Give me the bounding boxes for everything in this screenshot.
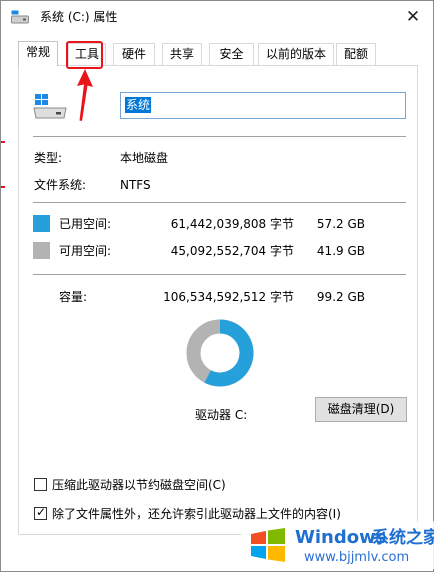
drive-name-input[interactable]: 系统 [120, 92, 406, 119]
drive-name-value: 系统 [125, 97, 152, 113]
type-value: 本地磁盘 [120, 151, 169, 165]
drive-icon [11, 10, 29, 24]
filesystem-value: NTFS [120, 178, 151, 192]
windows-drive-icon [33, 94, 67, 119]
capacity-size: 99.2 GB [316, 290, 365, 304]
tab-previous-versions[interactable]: 以前的版本 [258, 43, 334, 65]
checkmark-icon: ✓ [36, 505, 47, 519]
compress-option-label[interactable]: 压缩此驱动器以节约磁盘空间(C) [52, 478, 226, 492]
properties-window: 系统 (C:) 属性 ✕ 常规 工具 硬件 共享 安全 以前的版本 配额 系统 … [0, 0, 434, 572]
tab-quota[interactable]: 配额 [336, 43, 376, 65]
watermark-name: 系统之家 [372, 528, 434, 548]
tab-hardware[interactable]: 硬件 [113, 43, 155, 65]
capacity-bytes: 106,534,592,512 字节 [163, 290, 294, 304]
used-space-swatch [33, 215, 50, 232]
filesystem-label: 文件系统: [34, 178, 87, 192]
used-space-bytes: 61,442,039,808 字节 [170, 217, 294, 231]
title-bar[interactable]: 系统 (C:) 属性 ✕ [1, 1, 433, 33]
compress-checkbox[interactable] [34, 478, 47, 491]
capacity-label: 容量: [59, 290, 88, 304]
edge-mark [1, 186, 5, 188]
usage-donut-chart [186, 319, 254, 387]
windows-logo-icon [251, 528, 285, 562]
used-space-label: 已用空间: [59, 217, 112, 231]
watermark: Windows 系统之家 www.bjjmlv.com [241, 521, 434, 569]
separator [33, 136, 406, 137]
separator [33, 202, 406, 203]
free-space-bytes: 45,092,552,704 字节 [170, 244, 294, 258]
annotation-highlight-box [66, 41, 103, 69]
edge-mark [1, 141, 5, 143]
index-option-label[interactable]: 除了文件属性外，还允许索引此驱动器上文件的内容(I) [52, 507, 341, 521]
annotation-arrow-icon [77, 69, 93, 121]
close-icon: ✕ [405, 7, 421, 27]
index-checkbox[interactable]: ✓ [34, 505, 47, 520]
close-button[interactable]: ✕ [399, 3, 427, 31]
tab-sharing[interactable]: 共享 [162, 43, 202, 65]
drive-letter-label: 驱动器 C: [195, 408, 248, 422]
used-space-size: 57.2 GB [316, 217, 365, 231]
type-label: 类型: [34, 151, 63, 165]
separator [33, 274, 406, 275]
watermark-url: www.bjjmlv.com [304, 550, 410, 565]
free-space-label: 可用空间: [59, 244, 112, 258]
window-title: 系统 (C:) 属性 [40, 10, 118, 24]
free-space-size: 41.9 GB [316, 244, 365, 258]
disk-cleanup-button[interactable]: 磁盘清理(D) [315, 397, 407, 422]
free-space-swatch [33, 242, 50, 259]
tab-general[interactable]: 常规 [18, 41, 58, 66]
tab-security[interactable]: 安全 [209, 43, 254, 65]
